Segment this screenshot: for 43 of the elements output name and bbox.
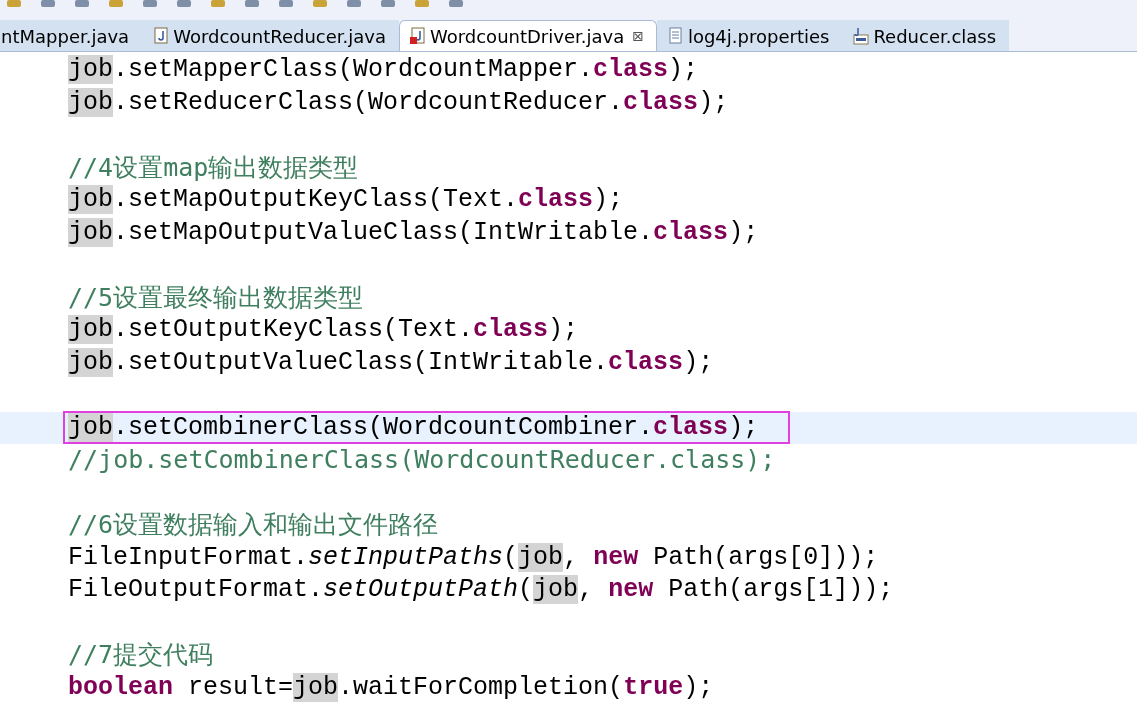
code-line: //5设置最终输出数据类型 xyxy=(68,284,364,314)
editor-tab[interactable]: WordcountDriver.java ⊠ xyxy=(398,20,657,51)
toolbar-icon[interactable] xyxy=(176,0,192,8)
code-line: job.setMapOutputKeyClass(Text.class); xyxy=(68,185,624,214)
toolbar-icon[interactable] xyxy=(142,0,158,8)
java-file-icon xyxy=(153,27,170,45)
tab-label: WordcountReducer.java xyxy=(173,25,386,47)
tab-label: log4j.properties xyxy=(687,25,830,47)
code-line: boolean result=job.waitForCompletion(true); xyxy=(68,672,714,702)
editor-tab[interactable]: WordcountReducer.java xyxy=(142,20,399,51)
tab-label: Reducer.class xyxy=(873,25,997,47)
toolbar-icon[interactable] xyxy=(108,0,124,8)
close-icon[interactable]: ⊠ xyxy=(632,28,644,44)
code-line: FileOutputFormat.setOutputPath(job, new Path(args[1])); xyxy=(68,575,894,604)
editor-tab[interactable]: Reducer.class xyxy=(842,20,1010,51)
toolbar-icon[interactable] xyxy=(448,0,464,8)
toolbar-icon[interactable] xyxy=(6,0,22,8)
code-line: job.setOutputKeyClass(Text.class); xyxy=(68,315,579,344)
toolbar-icon[interactable] xyxy=(40,0,56,8)
toolbar-icon[interactable] xyxy=(414,0,430,8)
code-line: //job.setCombinerClass(WordcountReducer.class); xyxy=(68,447,776,476)
document-icon xyxy=(667,27,684,45)
code-line: //4设置map输出数据类型 xyxy=(68,154,359,184)
code-line: job.setReducerClass(WordcountReducer.class); xyxy=(68,87,729,117)
editor-tab[interactable]: ntMapper.java xyxy=(0,20,143,51)
toolbar-icon[interactable] xyxy=(380,0,396,8)
code-line: job.setCombinerClass(WordcountCombiner.class); xyxy=(65,412,789,442)
editor-tab[interactable]: log4j.properties xyxy=(656,20,843,51)
toolbar-icon[interactable] xyxy=(74,0,90,8)
code-line: //7提交代码 xyxy=(68,642,214,671)
code-line: job.setOutputValueClass(IntWritable.class); xyxy=(68,347,714,377)
class-file-icon xyxy=(853,27,870,45)
toolbar-icon[interactable] xyxy=(278,0,294,8)
code-line: job.setMapperClass(WordcountMapper.class); xyxy=(68,55,699,84)
toolbar-icon[interactable] xyxy=(244,0,260,8)
toolbar-icon[interactable] xyxy=(312,0,328,8)
code-line: FileInputFormat.setInputPaths(job, new Path(args[0])); xyxy=(68,542,879,572)
toolbar-icon[interactable] xyxy=(210,0,226,8)
toolbar-icon[interactable] xyxy=(346,0,362,8)
tab-label: ntMapper.java xyxy=(1,25,130,47)
code-line: job.setMapOutputValueClass(IntWritable.class); xyxy=(68,217,759,247)
tab-label: WordcountDriver.java xyxy=(429,25,625,47)
code-line: //6设置数据输入和输出文件路径 xyxy=(68,512,439,541)
